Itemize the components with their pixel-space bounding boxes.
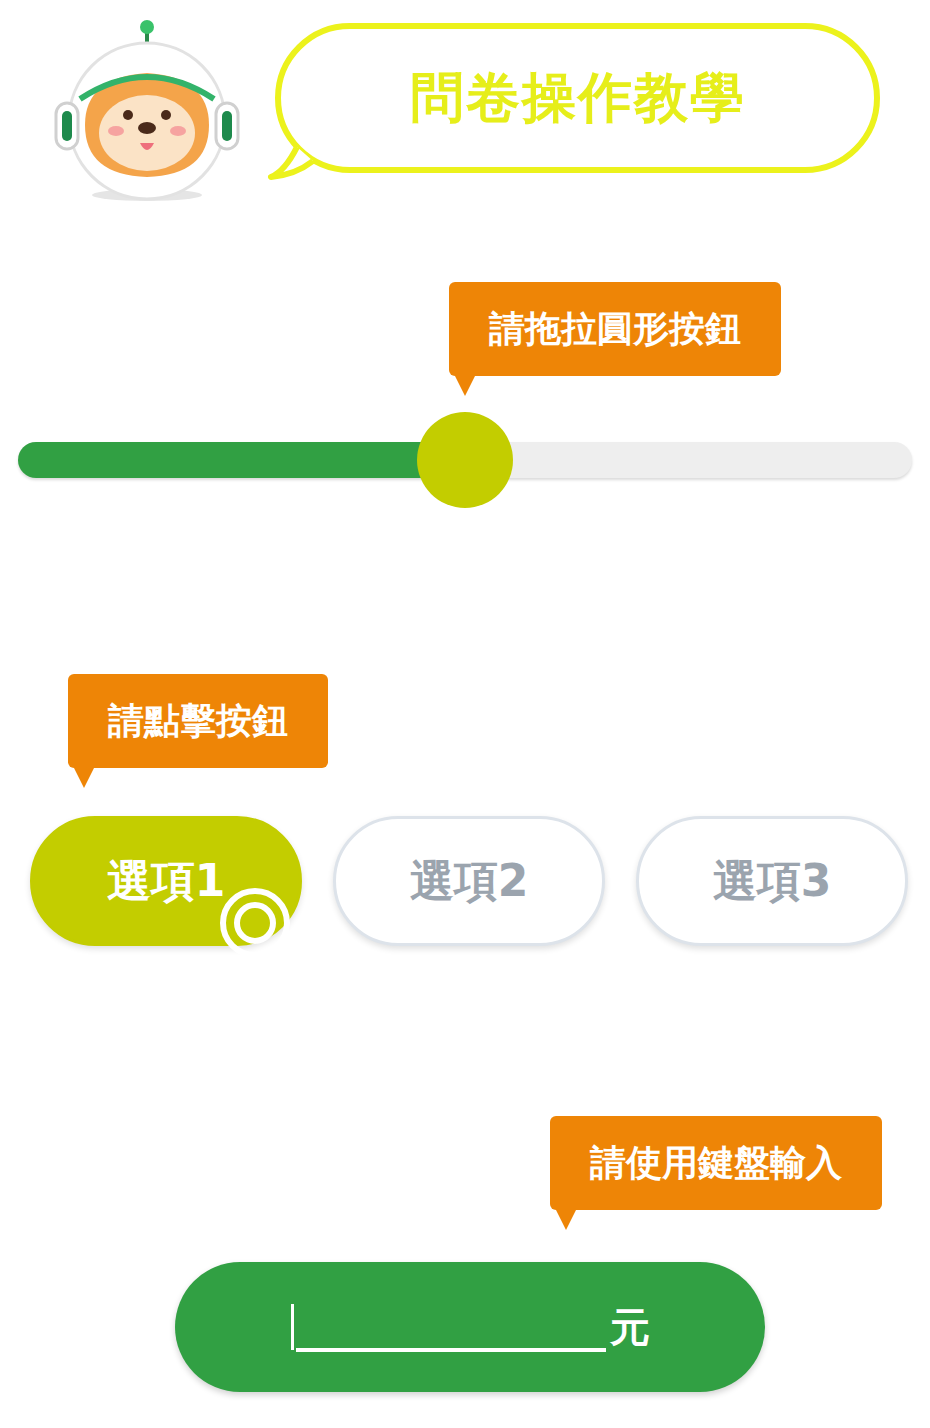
tutorial-page: 問卷操作教學請拖拉圓形按鈕請點擊按鈕選項1選項2選項3 請使用鍵盤輸入元 (0, 0, 930, 1428)
option-button[interactable]: 選項2 (333, 816, 605, 946)
amount-hint: 請使用鍵盤輸入 (550, 1116, 882, 1210)
slider-hint: 請拖拉圓形按鈕 (449, 282, 781, 376)
amount-field[interactable]: 元 (175, 1262, 765, 1392)
option-button[interactable]: 選項1 (30, 816, 302, 946)
slider-thumb[interactable] (417, 412, 513, 508)
slider-track[interactable] (18, 442, 912, 478)
option-row: 選項1選項2選項3 (30, 816, 908, 946)
text-caret (291, 1304, 294, 1350)
header: 問卷操作教學 (0, 15, 930, 205)
bubble-tail-icon (267, 141, 317, 181)
amount-blank (296, 1348, 606, 1352)
slider-fill (18, 442, 465, 478)
mascot-icon (50, 15, 245, 205)
options-section: 請點擊按鈕選項1選項2選項3 (0, 674, 930, 946)
tap-icon (215, 883, 295, 963)
amount-section: 請使用鍵盤輸入元 (0, 1116, 930, 1392)
speech-bubble: 問卷操作教學 (275, 23, 880, 173)
amount-unit: 元 (610, 1300, 650, 1355)
option-button[interactable]: 選項3 (636, 816, 908, 946)
slider-section: 請拖拉圓形按鈕 (18, 282, 912, 478)
page-title: 問卷操作教學 (410, 62, 746, 135)
options-hint: 請點擊按鈕 (68, 674, 328, 768)
